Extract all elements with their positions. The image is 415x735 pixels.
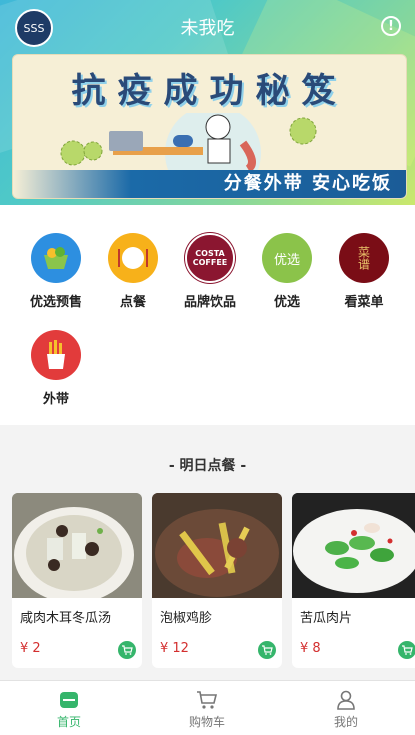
dish-name: 咸肉木耳冬瓜汤 xyxy=(20,611,112,626)
category-order[interactable]: 点餐 xyxy=(94,233,172,310)
fruit-basket-icon xyxy=(31,233,81,283)
category-label: 优选预售 xyxy=(29,295,82,310)
category-label: 点餐 xyxy=(119,295,146,310)
category-label: 看菜单 xyxy=(344,295,384,310)
dish-name: 泡椒鸡胗 xyxy=(160,611,213,626)
cart-icon xyxy=(401,645,413,655)
dish-image xyxy=(152,493,282,598)
tab-label: 购物车 xyxy=(188,715,225,729)
category-brand-drinks[interactable]: COSTA COFFEE 品牌饮品 xyxy=(171,233,249,310)
add-to-cart-button[interactable] xyxy=(258,641,276,659)
dish-image xyxy=(12,493,142,598)
banner-illustration xyxy=(13,105,406,198)
cart-icon xyxy=(261,645,273,655)
header-hero: SSS 未我吃 ! 抗疫成功秘笈 分餐外带 安心吃饭 xyxy=(0,0,415,205)
category-label: 外带 xyxy=(42,392,69,407)
category-takeaway[interactable]: 外带 xyxy=(17,330,95,407)
plate-utensils-icon xyxy=(108,233,158,283)
category-grid: 优选预售 点餐 COSTA COFFEE 品牌饮品 优选 优选 菜谱 看菜单 外… xyxy=(0,205,415,425)
cart-icon xyxy=(196,690,218,710)
tab-label: 我的 xyxy=(333,715,358,729)
banner-title: 抗疫成功秘笈 xyxy=(71,71,348,111)
tab-cart[interactable]: 购物车 xyxy=(138,681,276,735)
category-label: 品牌饮品 xyxy=(183,295,236,310)
section-title: - 明日点餐 - xyxy=(168,458,247,474)
dish-card[interactable]: 苦瓜肉片 ¥ 8 xyxy=(292,493,415,668)
dish-price: ¥ 12 xyxy=(160,641,189,656)
user-icon xyxy=(335,690,357,710)
category-menu[interactable]: 菜谱 看菜单 xyxy=(325,233,403,310)
dish-name: 苦瓜肉片 xyxy=(300,611,353,626)
cart-icon xyxy=(121,645,133,655)
tab-mine[interactable]: 我的 xyxy=(277,681,415,735)
category-youxuan[interactable]: 优选 优选 xyxy=(248,233,326,310)
fries-icon xyxy=(31,330,81,380)
tab-label: 首页 xyxy=(56,715,81,729)
dish-card[interactable]: 泡椒鸡胗 ¥ 12 xyxy=(152,493,282,668)
banner-illustration-svg xyxy=(60,105,317,198)
dish-price: ¥ 8 xyxy=(300,641,321,656)
bottom-tab-bar: 首页 购物车 我的 xyxy=(0,680,415,735)
add-to-cart-button[interactable] xyxy=(398,641,415,659)
category-label: 优选 xyxy=(273,295,300,310)
youxuan-bag-icon: 优选 xyxy=(262,233,312,283)
dish-price: ¥ 2 xyxy=(20,641,41,656)
app-title: 未我吃 xyxy=(180,18,235,39)
menu-book-icon: 菜谱 xyxy=(339,233,389,283)
banner-slogan: 分餐外带 安心吃饭 xyxy=(223,173,392,194)
add-to-cart-button[interactable] xyxy=(118,641,136,659)
info-icon[interactable]: ! xyxy=(381,16,401,36)
promo-banner[interactable]: 抗疫成功秘笈 分餐外带 安心吃饭 xyxy=(12,54,407,199)
category-preorder[interactable]: 优选预售 xyxy=(17,233,95,310)
tomorrow-order-section: - 明日点餐 - 咸肉木耳冬瓜汤 ¥ 2 泡椒鸡胗 ¥ 12 苦瓜肉片 ¥ 8 xyxy=(0,425,415,680)
dish-card[interactable]: 咸肉木耳冬瓜汤 ¥ 2 xyxy=(12,493,142,668)
dish-image xyxy=(292,493,415,598)
home-icon xyxy=(58,690,80,710)
costa-coffee-logo: COSTA COFFEE xyxy=(185,233,235,283)
tab-home[interactable]: 首页 xyxy=(0,681,138,735)
